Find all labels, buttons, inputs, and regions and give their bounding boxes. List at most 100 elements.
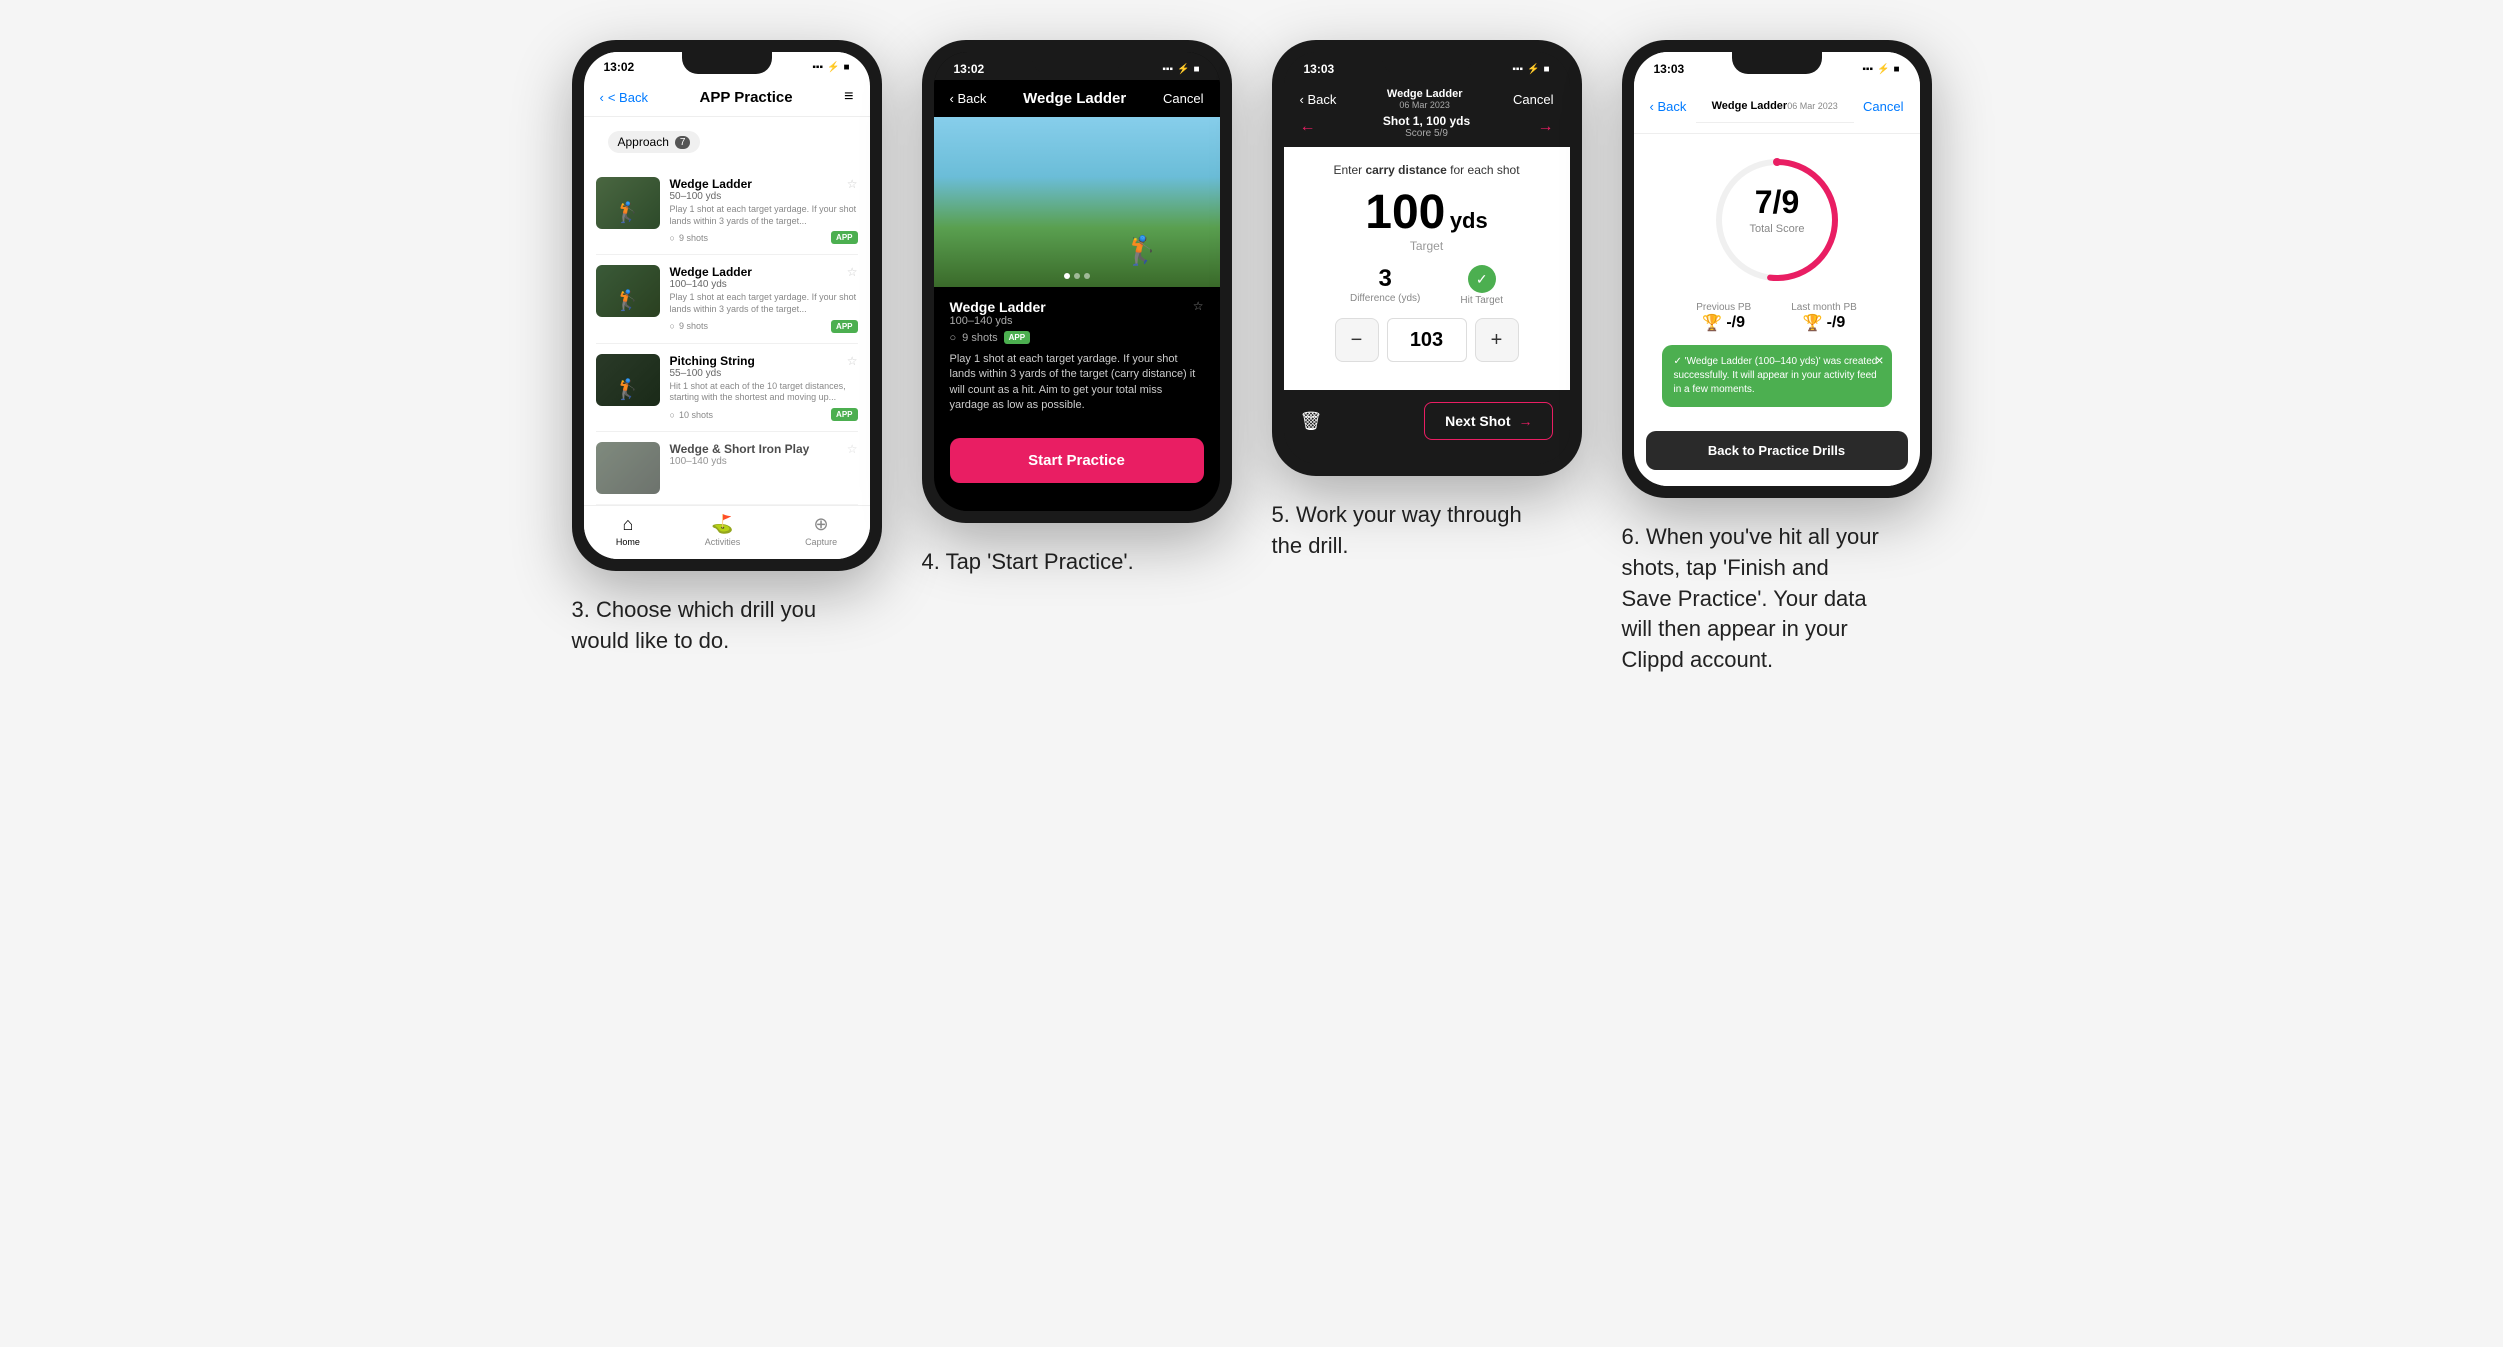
home-icon: ⌂ [622,514,633,535]
drill-title-row-4: Wedge & Short Iron Play 100–140 yds ☆ [670,442,858,467]
shot-nav-main: Wedge Ladder [1387,88,1463,100]
category-chip: Approach 7 [608,131,701,153]
status-icons-4: ▪▪▪ ⚡ ■ [1862,64,1899,75]
drill-footer-2: ○ 9 shots APP [670,320,858,333]
shots-icon-1: ○ [670,233,675,243]
back-btn-1[interactable]: ‹ < Back [600,90,648,105]
back-btn-4[interactable]: ‹ Back [1650,99,1687,114]
drill-thumb-golfer-2: 🏌️ [615,288,640,313]
drill-name-1: Wedge Ladder 50–100 yds [670,177,752,202]
results-subtitle: 06 Mar 2023 [1787,101,1838,111]
cancel-btn-3[interactable]: Cancel [1513,92,1553,107]
nav-title-2: Wedge Ladder [1023,90,1126,107]
bottom-nav-1: ⌂ Home ⛳ Activities ⊕ Capture [584,505,870,559]
bottom-nav-activities[interactable]: ⛳ Activities [705,514,741,547]
difference-item: 3 Difference (yds) [1350,265,1420,306]
drill-title-row-3: Pitching String 55–100 yds ☆ [670,354,858,379]
hit-target-item: ✓ Hit Target [1460,265,1503,306]
drill-list: 🏌️ Wedge Ladder 50–100 yds ☆ Play 1 shot… [584,167,870,505]
back-label-1: < Back [608,90,648,105]
drill-title-row-2: Wedge Ladder 100–140 yds ☆ [670,265,858,290]
target-yds: 100 [1365,186,1445,239]
drill-item-3[interactable]: 🏌️ Pitching String 55–100 yds ☆ Hit 1 sh… [596,344,858,432]
wifi-icon-3: ⚡ [1527,64,1539,75]
star-icon-3: ☆ [847,354,858,368]
drill-info-3: Pitching String 55–100 yds ☆ Hit 1 shot … [670,354,858,421]
toast-close-btn[interactable]: × [1875,351,1883,371]
phone-screen-3: 13:03 ▪▪▪ ⚡ ■ ‹ Back Wedge Ladder 06 Ma [1284,52,1570,464]
wedge-shots-row: ○ 9 shots APP [950,331,1204,344]
shot-body: Enter carry distance for each shot 100 y… [1284,147,1570,390]
shot-nav-row1: ‹ Back Wedge Ladder 06 Mar 2023 Cancel [1300,88,1554,110]
phone-frame-1: 13:02 ▪▪▪ ⚡ ■ ‹ < Back APP Practice ≡ [572,40,882,571]
bottom-nav-capture[interactable]: ⊕ Capture [805,514,837,547]
cancel-btn-4[interactable]: Cancel [1863,99,1903,114]
time-2: 13:02 [954,62,985,76]
target-label: Target [1300,239,1554,253]
hit-target-label: Hit Target [1460,295,1503,306]
signal-icon-1: ▪▪▪ [812,62,823,73]
drill-item-4[interactable]: Wedge & Short Iron Play 100–140 yds ☆ [596,432,858,505]
drill-item-2[interactable]: 🏌️ Wedge Ladder 100–140 yds ☆ Play 1 sho… [596,255,858,343]
prev-arrow[interactable]: ← [1300,118,1316,136]
last-month-pb-label: Last month PB [1791,302,1857,313]
shots-label-2: ○ 9 shots [670,321,708,331]
phone-section-4: 13:03 ▪▪▪ ⚡ ■ ‹ Back Wedge Ladder 06 Mar… [1622,40,1932,676]
svg-text:7/9: 7/9 [1754,184,1798,220]
category-badge: 7 [675,136,691,149]
stepper-minus-btn[interactable]: − [1335,318,1379,362]
star-icon-2: ☆ [847,265,858,279]
wedge-shots-icon: ○ [950,332,957,344]
results-body: 7/9 Total Score Previous PB 🏆 -/9 [1634,134,1920,431]
back-drills-btn[interactable]: Back to Practice Drills [1646,431,1908,470]
shots-icon-3: ○ [670,410,675,420]
wedge-app-badge: APP [1004,331,1030,344]
status-bar-2: 13:02 ▪▪▪ ⚡ ■ [934,52,1220,80]
wedge-title-block: Wedge Ladder 100–140 yds [950,299,1046,327]
back-btn-3[interactable]: ‹ Back [1300,92,1337,107]
wedge-drill-yds: 100–140 yds [950,315,1046,327]
target-unit: yds [1450,208,1488,233]
wedge-image-golfer: 🏌️ [1125,234,1160,267]
start-practice-btn[interactable]: Start Practice [950,438,1204,483]
trash-btn[interactable]: 🗑 [1300,411,1323,432]
capture-icon: ⊕ [814,514,829,535]
nav-title-1: APP Practice [699,89,792,106]
prev-pb-value: 🏆 -/9 [1696,313,1751,333]
stepper-row: − 103 + [1300,318,1554,362]
results-main-title: Wedge Ladder [1712,100,1788,112]
signal-icon-3: ▪▪▪ [1512,64,1523,75]
bottom-filler-2 [934,495,1220,511]
cancel-btn-2[interactable]: Cancel [1163,91,1203,106]
notch-1 [682,52,772,74]
shot-bottom-bar: 🗑 Next Shot → [1284,390,1570,452]
toast-text: 'Wedge Ladder (100–140 yds)' was created… [1674,356,1878,395]
app-badge-3: APP [831,408,857,421]
wedge-image: 🏌️ [934,117,1220,287]
shot-info-center: Shot 1, 100 yds Score 5/9 [1383,114,1470,139]
menu-icon-1[interactable]: ≡ [844,88,853,106]
next-shot-btn[interactable]: Next Shot → [1424,402,1553,440]
bottom-nav-home[interactable]: ⌂ Home [616,514,640,547]
wifi-icon-4: ⚡ [1877,64,1889,75]
bottom-filler-3 [1284,452,1570,464]
wedge-details: Wedge Ladder 100–140 yds ☆ ○ 9 shots APP… [934,287,1220,426]
drill-desc-2: Play 1 shot at each target yardage. If y… [670,292,858,315]
stepper-plus-btn[interactable]: + [1475,318,1519,362]
phone-section-1: 13:02 ▪▪▪ ⚡ ■ ‹ < Back APP Practice ≡ [572,40,882,657]
category-label: Approach [618,135,669,149]
capture-label: Capture [805,537,837,547]
prev-pb-trophy: 🏆 [1702,313,1722,333]
wedge-details-header: Wedge Ladder 100–140 yds ☆ [950,299,1204,327]
notch-2 [1032,52,1122,74]
next-arrow[interactable]: → [1538,118,1554,136]
score-circle-svg: 7/9 Total Score [1707,150,1847,290]
star-icon-1: ☆ [847,177,858,191]
nav-header-1: ‹ < Back APP Practice ≡ [584,78,870,117]
back-btn-2[interactable]: ‹ < BackBack [950,91,987,106]
difference-value: 3 [1350,265,1420,293]
drill-title-row-1: Wedge Ladder 50–100 yds ☆ [670,177,858,202]
stepper-value: 103 [1387,318,1467,362]
drill-item-1[interactable]: 🏌️ Wedge Ladder 50–100 yds ☆ Play 1 shot… [596,167,858,255]
status-bar-3: 13:03 ▪▪▪ ⚡ ■ [1284,52,1570,80]
